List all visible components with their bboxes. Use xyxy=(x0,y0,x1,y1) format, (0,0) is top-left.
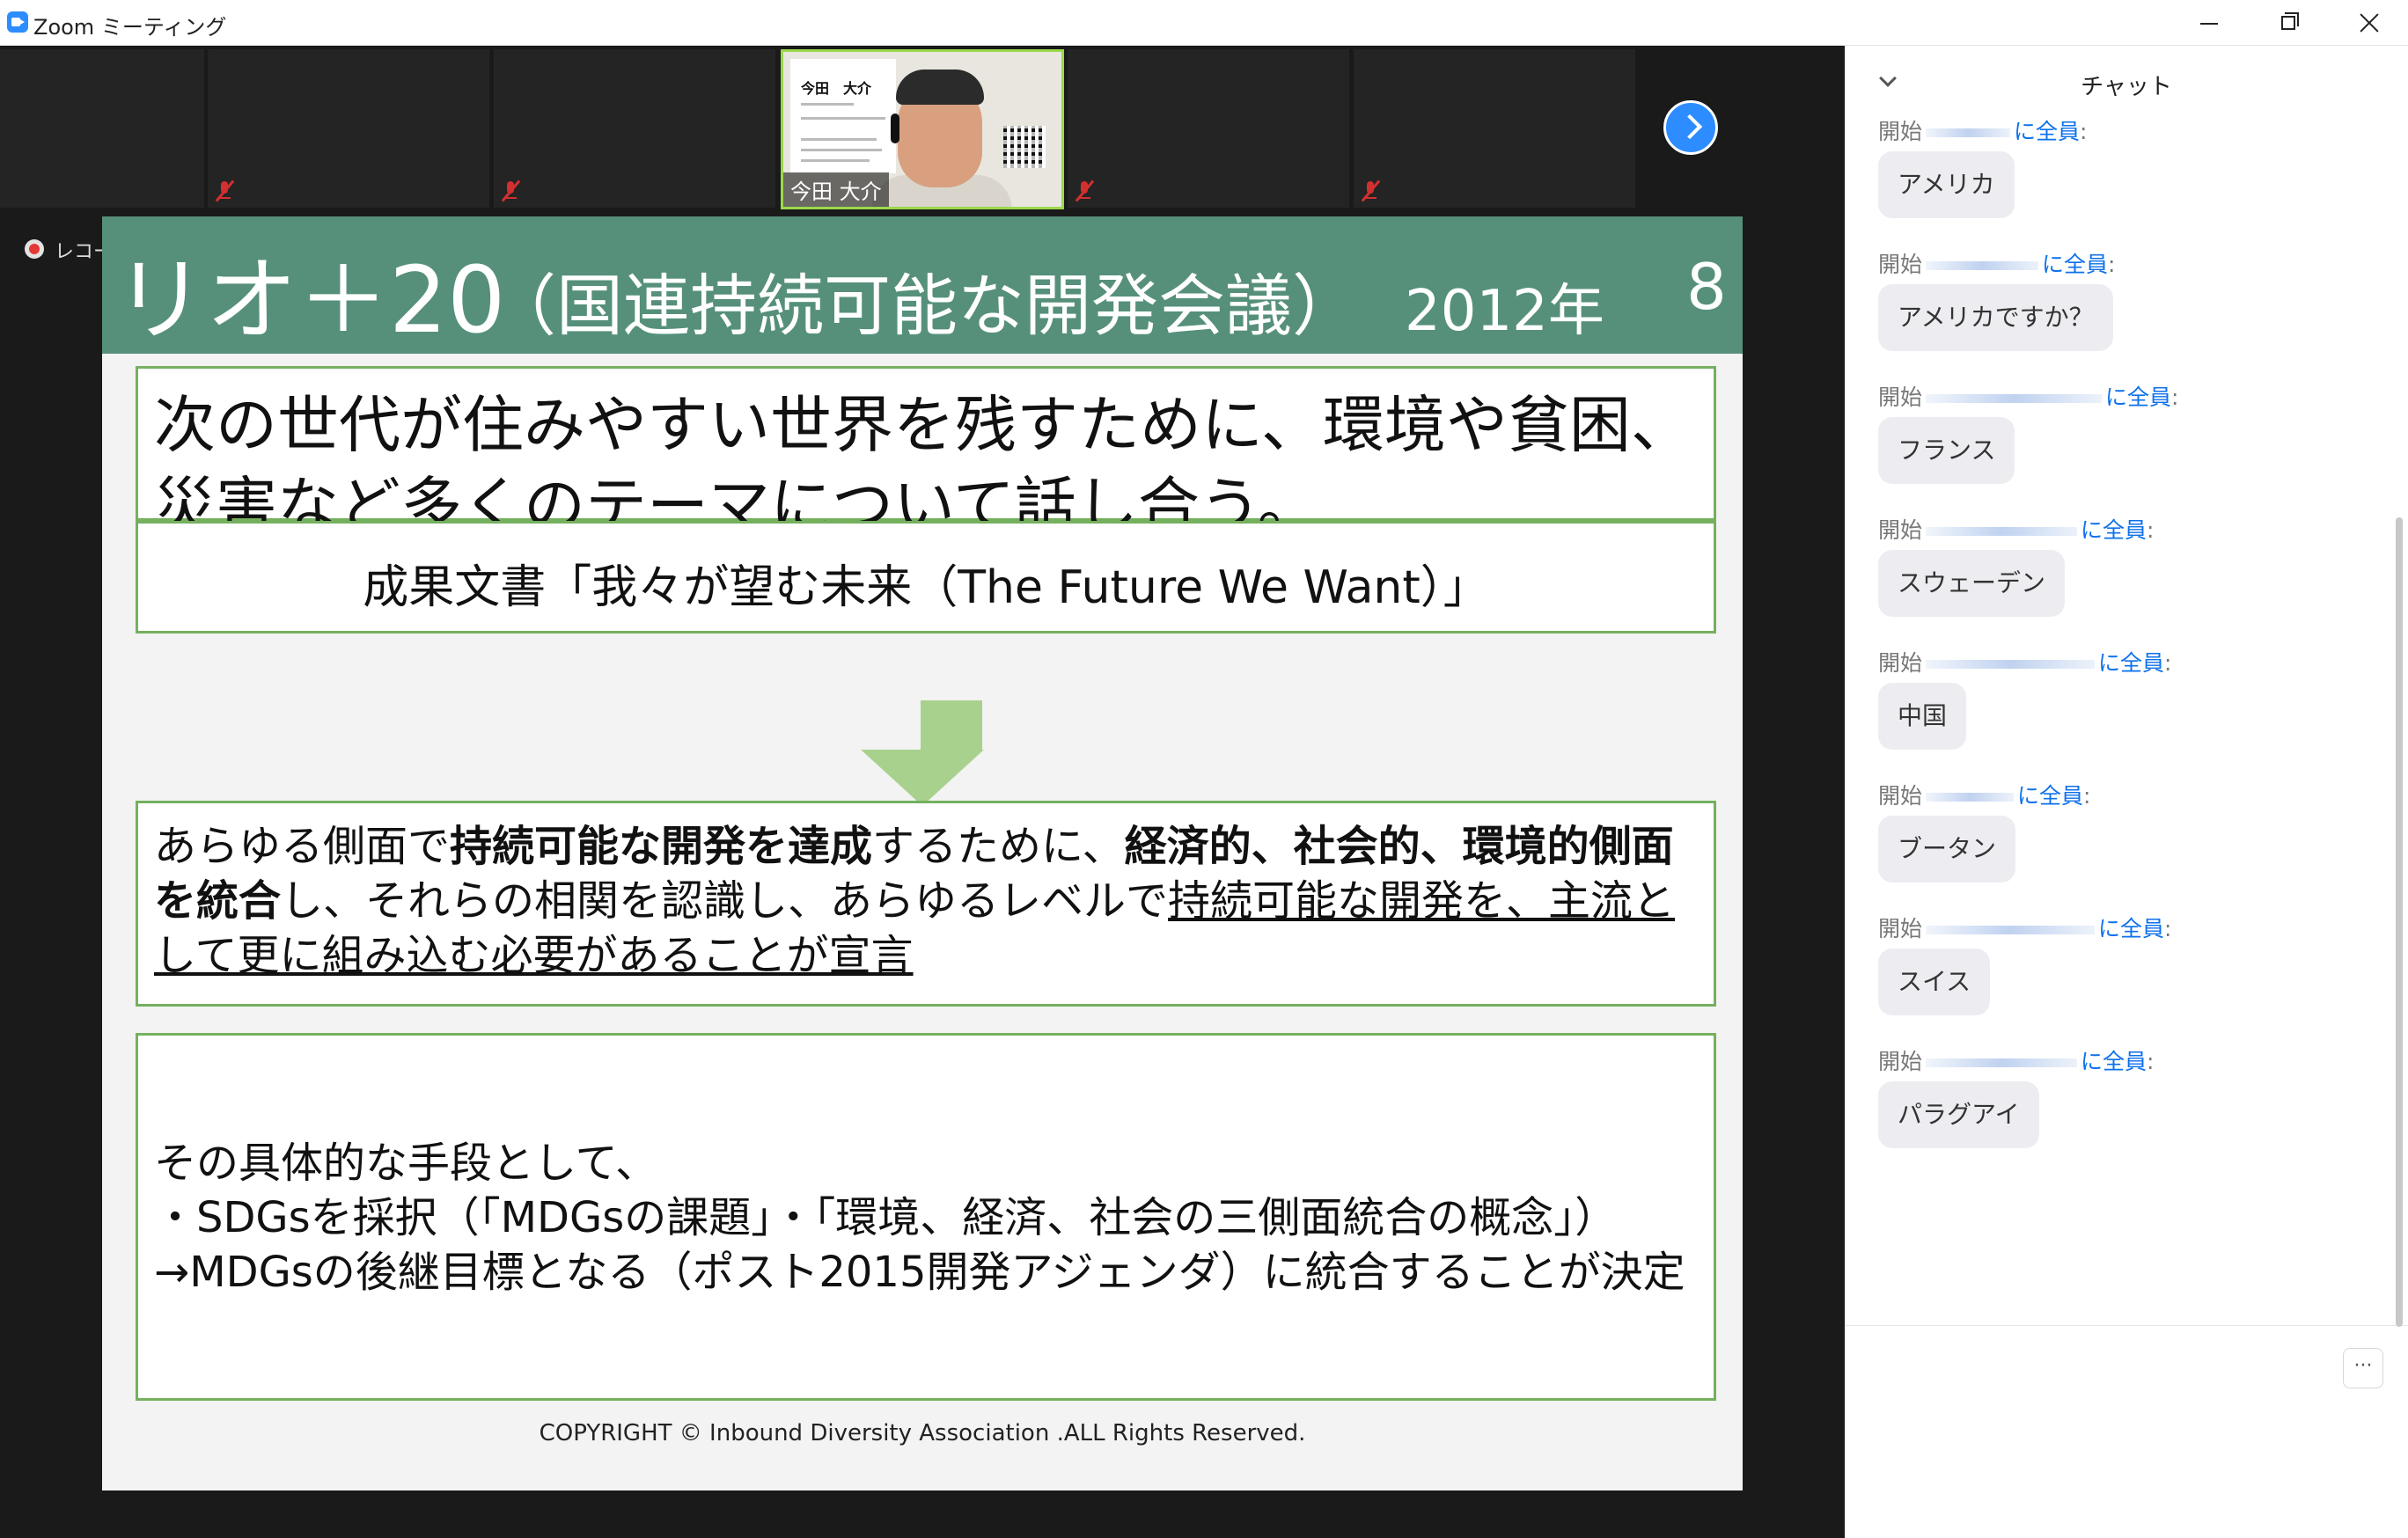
down-arrow-icon xyxy=(921,700,982,750)
close-button[interactable] xyxy=(2327,0,2408,46)
video-tile[interactable] xyxy=(1068,49,1349,208)
outcome-text: 成果文書「我々が望む未来（The Future We Want）」 xyxy=(363,561,1489,614)
chat-panel: チャット 開始 に全員: アメリカ 開始 に全員: アメリカですか？ 開始 に全員: フランス開… xyxy=(1845,46,2408,1538)
slide-box-declaration: あらゆる側面で持続可能な開発を達成するために、経済的、社会的、環境的側面を統合し… xyxy=(136,801,1716,1007)
redacted-name xyxy=(1926,128,2011,137)
chat-message-sender: 開始 に全員: xyxy=(1878,1049,2155,1074)
chat-message-bubble[interactable]: パラグアイ xyxy=(1878,1081,2039,1148)
qr-code-icon xyxy=(1003,126,1046,168)
recipient-link[interactable]: に全員 xyxy=(2098,916,2164,941)
redacted-name xyxy=(1926,1058,2078,1067)
recipient-link[interactable]: に全員 xyxy=(2098,650,2164,676)
chat-message-sender: 開始 に全員: xyxy=(1878,252,2116,277)
card-name: 今田 大介 xyxy=(801,80,872,97)
recipient-link[interactable]: に全員 xyxy=(2081,1049,2147,1074)
chat-message-sender: 開始 に全員: xyxy=(1878,384,2179,410)
recipient-link[interactable]: に全員 xyxy=(2017,783,2083,809)
minimize-button[interactable] xyxy=(2167,0,2248,46)
video-tile[interactable] xyxy=(494,49,775,208)
redacted-name xyxy=(1926,926,2096,934)
chat-message-bubble[interactable]: スウェーデン xyxy=(1878,550,2066,617)
speaker-name-label: 今田 大介 xyxy=(783,172,889,207)
redacted-name xyxy=(1926,394,2103,403)
video-tile[interactable] xyxy=(1354,49,1635,208)
slide-box-measures: その具体的な手段として、 ・SDGsを採択（「MDGsの課題」・「環境、経済、社会… xyxy=(136,1033,1716,1401)
record-icon xyxy=(25,239,44,259)
video-tile[interactable] xyxy=(208,49,489,208)
shared-slide: リオ＋20 （国連持続可能な開発会議） 2012年 8 次の世代が住みやすい世界… xyxy=(102,216,1743,1490)
close-icon xyxy=(2359,12,2380,33)
window-title: Zoom ミーティング xyxy=(33,15,227,40)
redacted-name xyxy=(1926,527,2078,536)
chat-message-sender: 開始 に全員: xyxy=(1878,119,2088,144)
slide-year: 2012年 xyxy=(1405,279,1604,344)
chat-message-sender: 開始 に全員: xyxy=(1878,916,2172,941)
video-tile[interactable] xyxy=(0,49,204,208)
chat-message-bubble[interactable]: アメリカ xyxy=(1878,151,2015,218)
chat-header: チャット xyxy=(1845,67,2408,102)
chat-message-bubble[interactable]: フランス xyxy=(1878,417,2015,484)
restore-button[interactable] xyxy=(2248,0,2329,46)
recipient-link[interactable]: に全員 xyxy=(2105,384,2171,410)
active-speaker-tile[interactable]: 今田 大介 今田 大介 xyxy=(781,49,1064,209)
slide-box-summary: 次の世代が住みやすい世界を残すために、環境や貧困、災害など多くのテーマについて話… xyxy=(136,366,1716,542)
mic-muted-icon xyxy=(213,179,236,202)
zoom-app-icon xyxy=(7,11,28,33)
mic-muted-icon xyxy=(499,179,522,202)
chat-message-bubble[interactable]: ブータン xyxy=(1878,816,2016,883)
mic-muted-icon xyxy=(1359,179,1382,202)
copyright-text: COPYRIGHT © Inbound Diversity Associatio… xyxy=(539,1420,1306,1446)
chat-message-bubble[interactable]: 中国 xyxy=(1878,683,1967,750)
title-bar: Zoom ミーティング xyxy=(0,0,2408,46)
next-page-button[interactable] xyxy=(1663,100,1718,155)
redacted-name xyxy=(1926,660,2096,669)
zoom-window: Zoom ミーティング 今田 大介 今田 大介 リオ＋20 （国連持続可能な開発… xyxy=(0,0,2408,1538)
speaker-avatar xyxy=(896,70,984,105)
business-card: 今田 大介 xyxy=(790,59,896,173)
recipient-link[interactable]: に全員 xyxy=(2014,119,2080,144)
slide-title: リオ＋20 xyxy=(114,246,506,354)
more-options-button[interactable]: ··· xyxy=(2343,1348,2383,1388)
chat-message-sender: 開始 に全員: xyxy=(1878,650,2172,676)
slide-box-outcome: 成果文書「我々が望む未来（The Future We Want）」 xyxy=(136,521,1716,634)
recipient-link[interactable]: に全員 xyxy=(2042,252,2108,277)
measures-text: その具体的な手段として、 ・SDGsを採択（「MDGsの課題」・「環境、経済、社会… xyxy=(154,1139,1685,1297)
headset-icon xyxy=(891,114,899,143)
chat-title: チャット xyxy=(2081,74,2172,100)
video-strip: 今田 大介 今田 大介 xyxy=(0,46,1845,211)
chat-message-sender: 開始 に全員: xyxy=(1878,517,2155,543)
redacted-name xyxy=(1926,793,2015,802)
chat-message-sender: 開始 に全員: xyxy=(1878,783,2091,809)
restore-icon xyxy=(2281,16,2295,30)
recipient-link[interactable]: に全員 xyxy=(2081,517,2147,543)
declaration-text: あらゆる側面で持続可能な開発を達成するために、経済的、社会的、環境的側面を統合し… xyxy=(154,822,1676,980)
down-arrow-icon xyxy=(861,750,984,806)
slide-subtitle: （国連持続可能な開発会議） xyxy=(489,267,1359,345)
chat-scrollbar[interactable] xyxy=(2396,517,2403,1327)
chat-message-bubble[interactable]: アメリカですか？ xyxy=(1878,284,2113,351)
chat-message-bubble[interactable]: スイス xyxy=(1878,948,1991,1015)
redacted-name xyxy=(1926,261,2039,270)
minimize-icon xyxy=(2200,23,2218,25)
mic-muted-icon xyxy=(1073,179,1096,202)
slide-number: 8 xyxy=(1686,250,1727,324)
slide-header: リオ＋20 （国連持続可能な開発会議） 2012年 8 xyxy=(102,216,1743,354)
divider xyxy=(1845,1325,2408,1326)
